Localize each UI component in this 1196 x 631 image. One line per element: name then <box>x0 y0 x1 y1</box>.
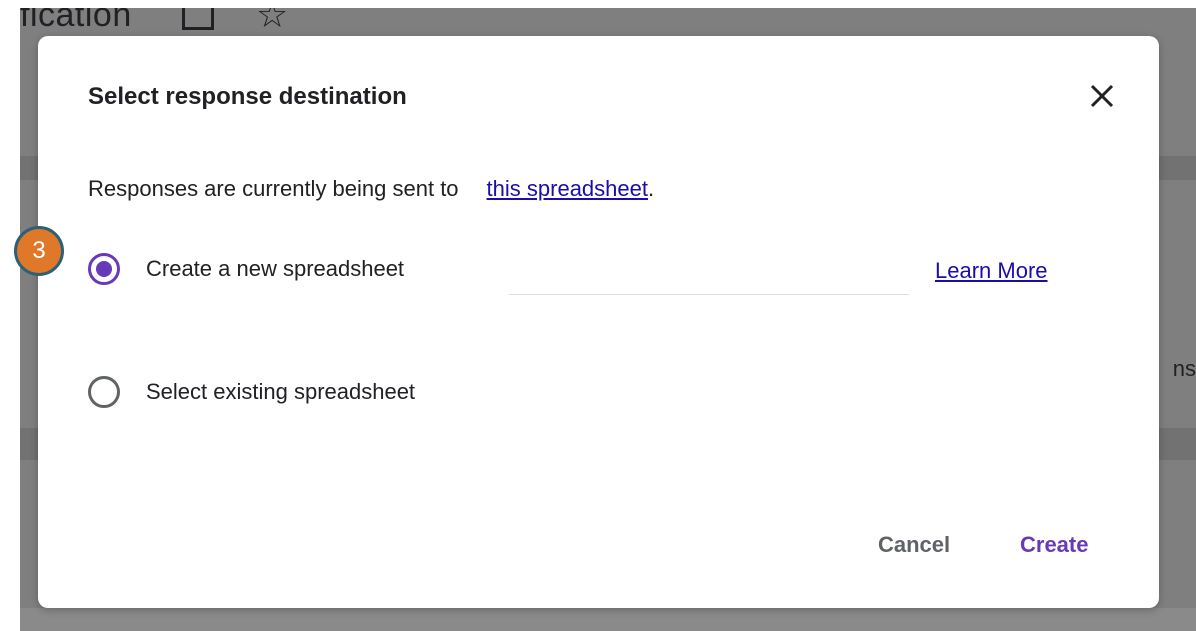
option-create-new-spreadsheet[interactable]: Create a new spreadsheet <box>88 253 404 285</box>
background-divider <box>20 608 1196 631</box>
this-spreadsheet-link[interactable]: this spreadsheet <box>487 176 648 201</box>
background-side-text: ns <box>1172 356 1196 381</box>
learn-more-link[interactable]: Learn More <box>935 258 1048 284</box>
dialog-title: Select response destination <box>88 83 407 110</box>
option-label: Select existing spreadsheet <box>146 379 416 404</box>
radio-create-new[interactable] <box>88 253 120 285</box>
info-prefix: Responses are currently being sent to <box>88 176 459 201</box>
close-icon <box>1090 84 1114 108</box>
create-button[interactable]: Create <box>1012 526 1096 564</box>
option-label: Create a new spreadsheet <box>146 256 405 281</box>
background-form-title: fication <box>20 8 132 34</box>
current-destination-text: Responses are currently being sent to thi… <box>88 176 654 202</box>
option-select-existing-spreadsheet[interactable]: Select existing spreadsheet <box>88 376 415 408</box>
cancel-button[interactable]: Cancel <box>870 526 958 564</box>
close-button[interactable] <box>1082 76 1122 116</box>
select-response-destination-dialog: Select response destination Responses ar… <box>38 36 1159 608</box>
step-number-badge: 3 <box>14 226 64 276</box>
new-spreadsheet-name-input[interactable] <box>509 254 909 295</box>
radio-selected-dot <box>96 261 112 277</box>
star-icon: ☆ <box>256 8 289 35</box>
radio-select-existing[interactable] <box>88 376 120 408</box>
folder-icon <box>182 8 214 30</box>
info-suffix: . <box>647 176 655 201</box>
